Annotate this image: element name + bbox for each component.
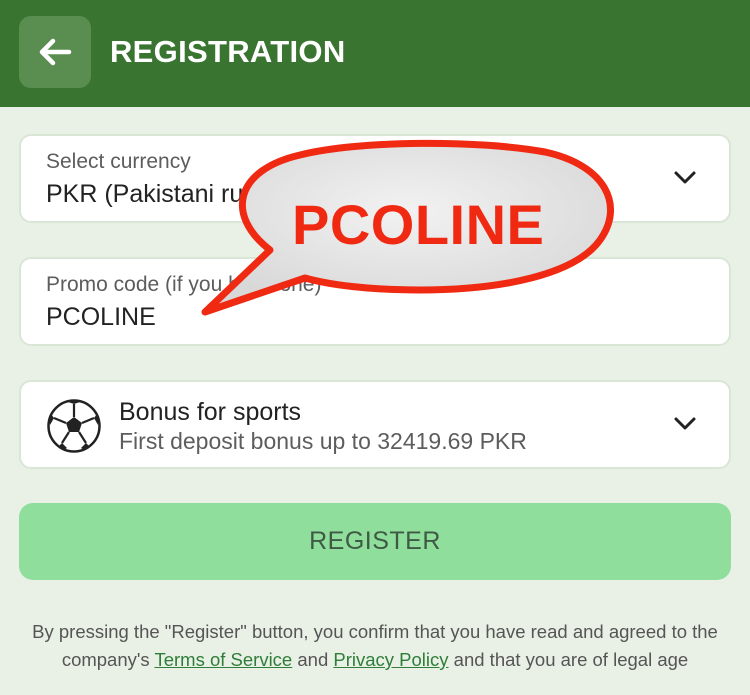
bonus-title: Bonus for sports (119, 398, 302, 426)
chevron-down-icon (674, 171, 696, 184)
bonus-subtitle: First deposit bonus up to 32419.69 PKR (119, 428, 527, 454)
bubble-text: PCOLINE (292, 193, 545, 256)
legal-text-middle: and (292, 649, 334, 670)
currency-value: PKR (Pakistani rupee) (46, 180, 294, 208)
register-button[interactable]: REGISTER (19, 503, 731, 580)
legal-notice: By pressing the "Register" button, you c… (10, 618, 740, 674)
currency-label: Select currency (46, 150, 191, 173)
legal-text-after: and that you are of legal age (448, 649, 689, 670)
back-button[interactable] (19, 16, 91, 88)
bonus-select[interactable]: Bonus for sports First deposit bonus up … (19, 380, 731, 469)
promo-value: PCOLINE (46, 303, 156, 331)
promo-label: Promo code (if you have one) (46, 273, 322, 296)
chevron-down-icon (674, 417, 696, 430)
terms-of-service-link[interactable]: Terms of Service (154, 649, 292, 670)
soccer-ball-icon (47, 399, 101, 453)
page-title: REGISTRATION (110, 34, 346, 69)
privacy-policy-link[interactable]: Privacy Policy (333, 649, 448, 670)
app-header: REGISTRATION (0, 0, 750, 107)
promo-code-field[interactable]: Promo code (if you have one) PCOLINE (19, 257, 731, 346)
arrow-left-icon (39, 38, 72, 66)
